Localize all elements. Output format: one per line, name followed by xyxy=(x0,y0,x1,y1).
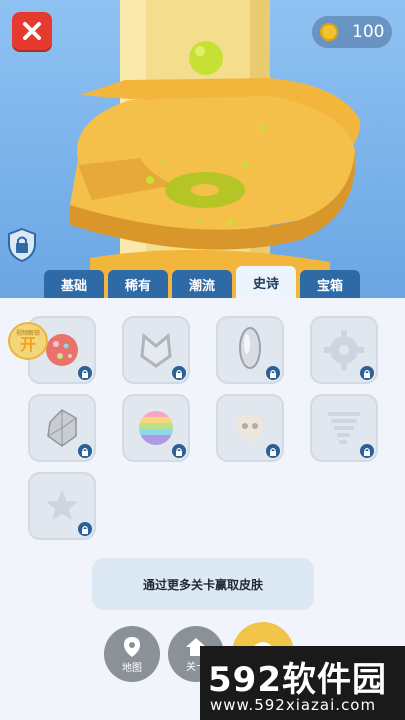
skin-slot-pretzel[interactable] xyxy=(122,316,190,384)
lock-badge xyxy=(360,444,374,458)
skin-slot-skull[interactable] xyxy=(216,394,284,462)
site-watermark: 592软件园 www.592xiazai.com xyxy=(200,646,405,720)
skin-slot-gear[interactable] xyxy=(310,316,378,384)
lock-badge xyxy=(78,522,92,536)
lock-badge xyxy=(78,366,92,380)
lock-badge xyxy=(172,366,186,380)
coin-counter: 100 xyxy=(312,16,392,48)
tab-trend[interactable]: 潮流 xyxy=(172,270,232,298)
tab-basic[interactable]: 基础 xyxy=(44,270,104,298)
skin-slot-rainbow[interactable] xyxy=(122,394,190,462)
tab-chest[interactable]: 宝箱 xyxy=(300,270,360,298)
map-label: 地图 xyxy=(122,662,142,674)
map-pin-icon xyxy=(124,636,140,657)
lock-badge xyxy=(266,444,280,458)
skin-slot-star[interactable] xyxy=(28,472,96,540)
video-unlock-badge[interactable]: 视频解锁 开 xyxy=(8,322,48,360)
close-x-icon xyxy=(23,22,41,40)
skin-category-tabs: 基础 稀有 潮流 史诗 宝箱 xyxy=(44,266,362,298)
skin-slot-seed[interactable] xyxy=(216,316,284,384)
tab-epic[interactable]: 史诗 xyxy=(236,266,296,298)
lock-badge xyxy=(360,366,374,380)
watermark-url: www.592xiazai.com xyxy=(210,696,377,714)
coin-count: 100 xyxy=(352,22,385,42)
game-scene: 100 基础 稀有 潮流 史诗 宝箱 xyxy=(0,0,405,298)
shield-lock-icon[interactable] xyxy=(8,228,36,262)
coin-icon xyxy=(320,23,338,41)
lock-badge xyxy=(266,366,280,380)
tab-rare[interactable]: 稀有 xyxy=(108,270,168,298)
badge-text: 开 xyxy=(19,334,36,354)
map-button[interactable]: 地图 xyxy=(104,626,160,682)
lock-badge xyxy=(172,444,186,458)
lock-badge xyxy=(78,444,92,458)
unlock-hint-banner: 通过更多关卡赢取皮肤 xyxy=(92,558,314,610)
close-button[interactable] xyxy=(12,12,52,50)
watermark-title: 592软件园 xyxy=(208,660,387,700)
skin-slot-tornado[interactable] xyxy=(310,394,378,462)
skin-slot-gem[interactable] xyxy=(28,394,96,462)
